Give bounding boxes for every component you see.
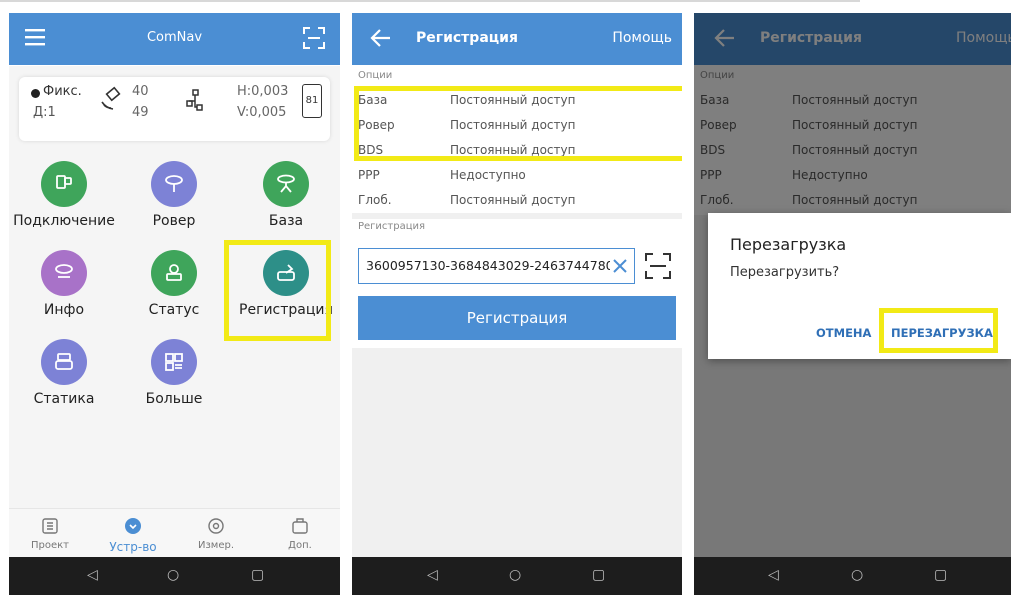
gnss-status-card[interactable]: Фикс. Д:1 40 49 H:0,003 V:0,005 81	[19, 77, 330, 141]
base-icon	[263, 161, 309, 207]
battery-icon: 81	[302, 84, 322, 118]
info-icon	[41, 250, 87, 296]
satellite-icon	[99, 83, 129, 115]
tile-label: Статика	[33, 391, 95, 407]
tab-measure[interactable]: Измер.	[186, 517, 246, 551]
option-row: PPP Недоступно	[358, 168, 682, 192]
network-icon	[186, 89, 204, 117]
tab-extra[interactable]: Доп.	[270, 517, 330, 551]
battery-level: 81	[305, 95, 319, 106]
static-icon	[41, 339, 87, 385]
recents-nav-icon[interactable]: ▢	[592, 567, 605, 583]
tile-rover[interactable]: Ровер	[119, 161, 229, 229]
project-icon	[42, 518, 58, 534]
more-icon	[151, 339, 197, 385]
home-nav-icon[interactable]: ○	[167, 567, 179, 583]
tab-project[interactable]: Проект	[20, 517, 80, 551]
back-nav-icon[interactable]: ◁	[768, 567, 779, 583]
recents-nav-icon[interactable]: ▢	[934, 567, 947, 583]
rover-icon	[151, 161, 197, 207]
option-value: Недоступно	[450, 168, 526, 182]
tab-project-label: Проект	[30, 540, 69, 551]
top-divider	[0, 0, 860, 2]
app-bar: Регистрация Помощь	[352, 13, 682, 65]
option-value: Постоянный доступ	[450, 193, 576, 207]
tab-extra-label: Доп.	[288, 540, 312, 551]
connection-icon	[41, 161, 87, 207]
tab-device-label: Устр-во	[109, 540, 157, 554]
register-button[interactable]: Регистрация	[358, 296, 676, 340]
satellites-total: 49	[132, 105, 149, 120]
status-icon	[151, 250, 197, 296]
highlight-options	[354, 86, 682, 161]
dialog-title: Перезагрузка	[730, 235, 847, 254]
tab-measure-label: Измер.	[197, 540, 235, 551]
home-nav-icon[interactable]: ○	[509, 567, 521, 583]
phone-screen-reboot-dialog: Регистрация Помощь Опции БазаПостоянный …	[694, 13, 1011, 595]
horizontal-accuracy: H:0,003	[237, 84, 289, 99]
tile-label: Подключение	[13, 213, 115, 229]
fix-label: Фикс.	[43, 84, 82, 99]
help-button[interactable]: Помощь	[612, 30, 672, 46]
registration-code-field[interactable]: 3600957130-3684843029-2463744780	[358, 248, 635, 284]
scan-code-icon[interactable]	[645, 253, 671, 283]
tile-label: Статус	[148, 302, 200, 318]
recents-nav-icon[interactable]: ▢	[251, 567, 264, 583]
tile-status[interactable]: Статус	[119, 250, 229, 318]
tile-label: Ровер	[152, 213, 196, 229]
tile-label: Больше	[145, 391, 203, 407]
options-label: Опции	[358, 70, 393, 81]
back-nav-icon[interactable]: ◁	[427, 567, 438, 583]
vertical-accuracy: V:0,005	[237, 105, 287, 120]
clear-input-icon[interactable]	[610, 258, 628, 278]
tile-label: Инфо	[43, 302, 85, 318]
option-key: PPP	[358, 168, 380, 182]
fix-indicator-icon	[31, 89, 40, 98]
highlight-reboot-button	[879, 308, 998, 353]
back-nav-icon[interactable]: ◁	[87, 567, 98, 583]
device-icon	[125, 518, 141, 534]
measure-icon	[208, 518, 224, 534]
tile-label: База	[268, 213, 304, 229]
tab-device[interactable]: Устр-во	[103, 517, 163, 554]
satellites-used: 40	[132, 84, 149, 99]
tile-more[interactable]: Больше	[119, 339, 229, 407]
system-nav-bar: ◁ ○ ▢	[352, 557, 682, 595]
back-arrow-icon[interactable]	[370, 27, 392, 53]
screen-title: Регистрация	[416, 30, 518, 46]
option-key: Глоб.	[358, 193, 392, 207]
system-nav-bar: ◁ ○ ▢	[9, 557, 340, 595]
age-label: Д:1	[33, 105, 56, 120]
empty-area	[352, 348, 682, 557]
scan-icon[interactable]	[303, 27, 325, 53]
section-divider	[352, 213, 682, 219]
bottom-tab-bar: Проект Устр-во Измер. Доп.	[9, 508, 340, 557]
tile-connection[interactable]: Подключение	[9, 161, 119, 229]
app-title: ComNav	[146, 30, 203, 45]
cancel-button[interactable]: ОТМЕНА	[816, 326, 871, 340]
tile-info[interactable]: Инфо	[9, 250, 119, 318]
extra-icon	[292, 518, 308, 534]
highlight-registration-tile	[224, 240, 331, 341]
app-bar: ComNav	[9, 13, 340, 65]
phone-screen-device: ComNav Фикс. Д:1 40 49 H:0,003 V:0,005 8…	[9, 13, 340, 595]
phone-screen-registration: Регистрация Помощь Опции База Постоянный …	[352, 13, 682, 595]
registration-code-value: 3600957130-3684843029-2463744780	[366, 258, 614, 273]
dialog-message: Перезагрузить?	[730, 265, 840, 280]
registration-label: Регистрация	[358, 221, 426, 232]
system-nav-bar: ◁ ○ ▢	[694, 557, 1011, 595]
home-nav-icon[interactable]: ○	[851, 567, 863, 583]
tile-static[interactable]: Статика	[9, 339, 119, 407]
tile-base[interactable]: База	[231, 161, 340, 229]
